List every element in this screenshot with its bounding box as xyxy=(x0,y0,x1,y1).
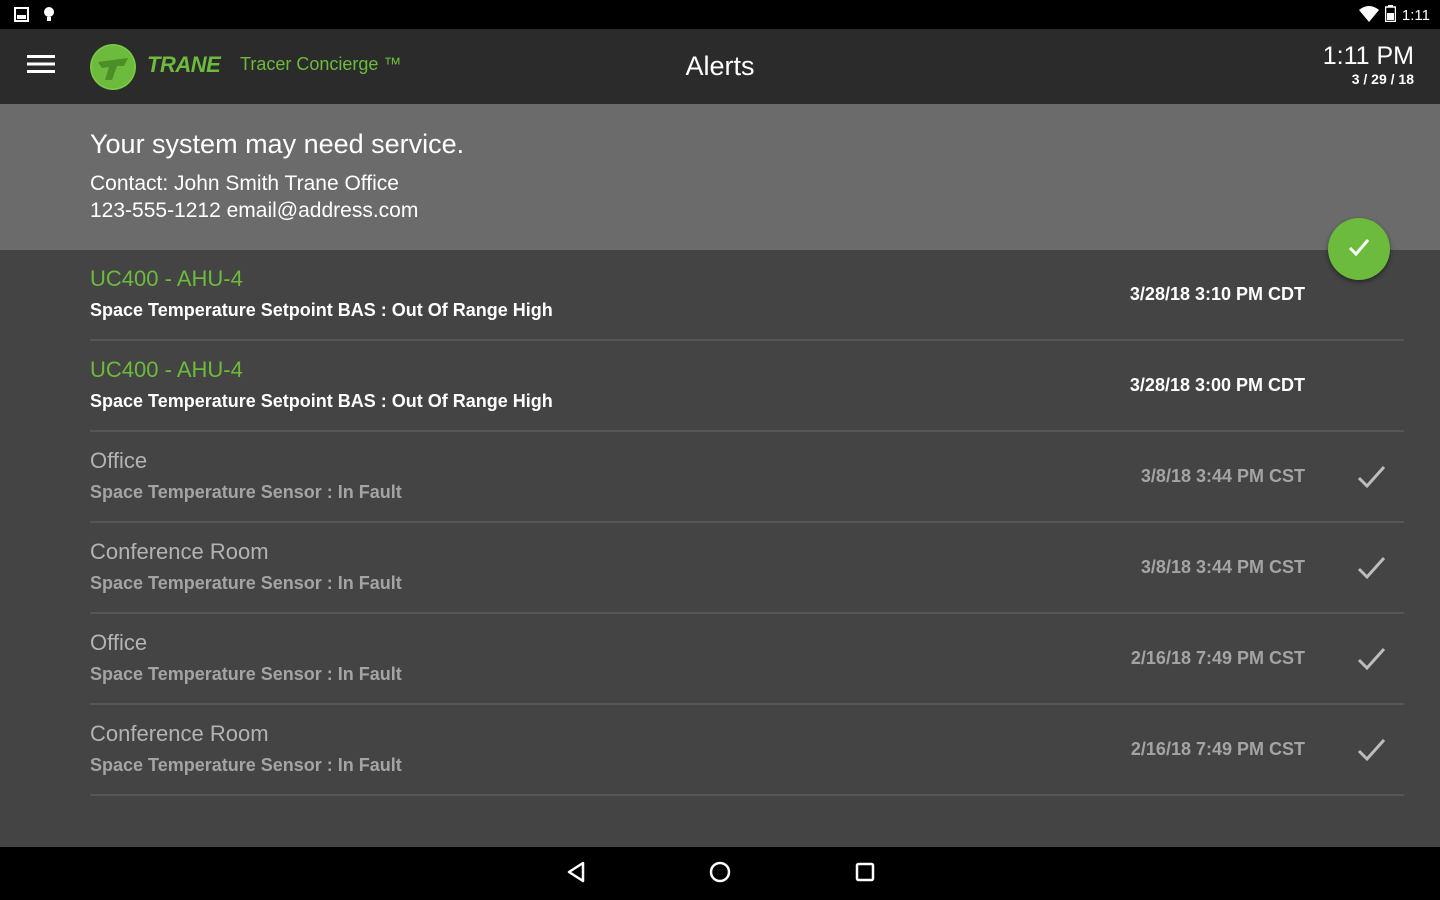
alert-row[interactable]: UC400 - AHU-4 Space Temperature Setpoint… xyxy=(90,341,1404,432)
alert-description: Space Temperature Sensor : In Fault xyxy=(90,573,402,593)
acknowledge-all-button[interactable] xyxy=(1313,218,1405,280)
alert-row[interactable]: Conference Room Space Temperature Sensor… xyxy=(90,523,1404,614)
recents-button[interactable] xyxy=(851,860,879,888)
alert-timestamp: 2/16/18 7:49 PM CST xyxy=(1130,739,1305,759)
acknowledged-check-icon[interactable] xyxy=(1356,644,1386,674)
alert-name: UC400 - AHU-4 xyxy=(90,266,243,291)
notification-icon xyxy=(43,6,55,27)
page-title: Alerts xyxy=(685,51,755,81)
home-circle-icon xyxy=(708,860,732,889)
alert-description: Space Temperature Sensor : In Fault xyxy=(90,664,402,684)
status-right-icons: 1:11 xyxy=(1358,5,1430,26)
alert-name: UC400 - AHU-4 xyxy=(90,357,243,382)
alert-description: Space Temperature Setpoint BAS : Out Of … xyxy=(90,300,553,320)
wifi-icon xyxy=(1358,5,1379,26)
back-triangle-icon xyxy=(564,860,588,889)
system-nav-bar xyxy=(0,847,1440,900)
alert-name: Conference Room xyxy=(90,721,269,746)
acknowledged-check-icon[interactable] xyxy=(1356,553,1386,583)
contact-line-2: 123-555-1212 email@address.com xyxy=(90,199,419,222)
banner-contact: Contact: John Smith Trane Office 123-555… xyxy=(90,170,418,224)
clock-time: 1:11 PM xyxy=(1322,42,1414,70)
alert-timestamp: 2/16/18 7:49 PM CST xyxy=(1130,648,1305,668)
alert-timestamp: 3/8/18 3:44 PM CST xyxy=(1140,557,1305,577)
alert-name: Office xyxy=(90,448,148,473)
battery-icon xyxy=(1384,5,1397,26)
home-button[interactable] xyxy=(706,860,734,888)
app-bar: TRANE Tracer Concierge ™ Alerts 1:11 PM … xyxy=(0,29,1440,104)
alert-name: Office xyxy=(90,630,148,655)
clock-date: 3 / 29 / 18 xyxy=(1351,71,1414,87)
alert-timestamp: 3/28/18 3:10 PM CDT xyxy=(1129,284,1305,304)
banner-headline: Your system may need service. xyxy=(90,129,465,159)
status-left-icons xyxy=(14,6,55,27)
acknowledge-all-circle[interactable] xyxy=(1328,218,1390,280)
alert-timestamp: 3/8/18 3:44 PM CST xyxy=(1140,466,1305,486)
status-bar: 1:11 xyxy=(0,0,1440,29)
alert-timestamp: 3/28/18 3:00 PM CDT xyxy=(1129,375,1305,395)
alert-row[interactable]: Conference Room Space Temperature Sensor… xyxy=(90,705,1404,796)
status-time: 1:11 xyxy=(1401,7,1430,24)
clock: 1:11 PM 3 / 29 / 18 xyxy=(1323,42,1414,88)
acknowledged-check-icon[interactable] xyxy=(1356,462,1386,492)
alert-row[interactable]: UC400 - AHU-4 Space Temperature Setpoint… xyxy=(90,250,1404,341)
alert-description: Space Temperature Sensor : In Fault xyxy=(90,755,402,775)
alert-row[interactable]: Office Space Temperature Sensor : In Fau… xyxy=(90,614,1404,705)
alert-name: Conference Room xyxy=(90,539,269,564)
contact-line-1: Contact: John Smith Trane Office xyxy=(90,172,399,195)
acknowledged-check-icon[interactable] xyxy=(1356,735,1386,765)
recents-square-icon xyxy=(853,860,877,889)
gallery-icon xyxy=(14,6,29,27)
alert-description: Space Temperature Setpoint BAS : Out Of … xyxy=(90,391,553,411)
alert-description: Space Temperature Sensor : In Fault xyxy=(90,482,402,502)
alert-list: UC400 - AHU-4 Space Temperature Setpoint… xyxy=(90,250,1404,796)
check-icon xyxy=(1347,235,1371,264)
service-banner: Your system may need service. Contact: J… xyxy=(0,104,1440,250)
back-button[interactable] xyxy=(562,860,590,888)
alert-row[interactable]: Office Space Temperature Sensor : In Fau… xyxy=(90,432,1404,523)
